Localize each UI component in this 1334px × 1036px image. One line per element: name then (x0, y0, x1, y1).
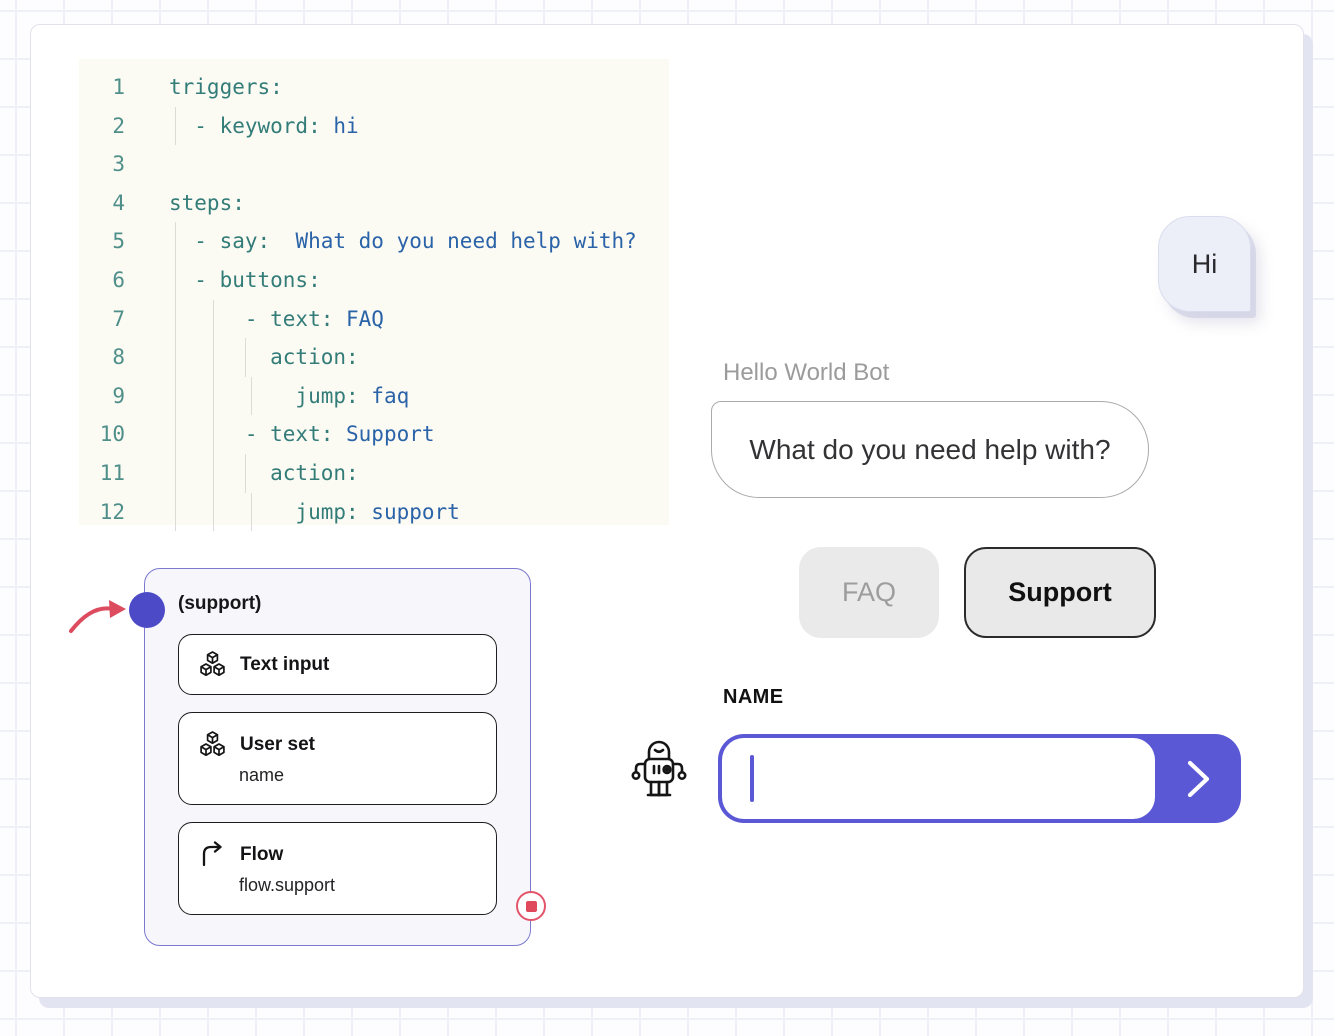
bot-name-label: Hello World Bot (723, 359, 890, 386)
flow-block-user-set[interactable]: User set name (178, 712, 497, 805)
connection-port[interactable] (129, 592, 165, 628)
line-number: 3 (112, 152, 125, 177)
flow-block-flow[interactable]: Flow flow.support (178, 822, 497, 915)
name-input-field[interactable] (722, 738, 1155, 819)
code-line: 12 jump: support (79, 492, 669, 532)
flow-blocks: Text input User set name Flow flow.support (178, 634, 497, 932)
indent-guide (175, 260, 177, 300)
input-field-label: NAME (723, 686, 784, 708)
indent-guide (251, 376, 253, 416)
chevron-right-icon (1187, 760, 1210, 797)
indent-guide (175, 338, 177, 377)
robot-icon (631, 740, 687, 797)
code-line: 7 - text: FAQ (79, 299, 669, 339)
line-number: 5 (112, 229, 125, 254)
block-title: Text input (240, 653, 330, 675)
code-line: 10 - text: Support (79, 415, 669, 454)
block-title: User set (240, 733, 315, 755)
indent-guide (175, 376, 177, 416)
line-number: 4 (112, 190, 125, 215)
code-line: 11 action: (79, 453, 669, 493)
name-input[interactable] (764, 738, 1147, 819)
line-number: 12 (99, 499, 125, 524)
quick-reply-support-button[interactable]: Support (964, 547, 1156, 638)
line-number: 7 (112, 306, 125, 331)
indent-guide (213, 453, 215, 493)
code-lines: 1 triggers: 2 - keyword: hi 3 4 steps: 5 - sa… (79, 68, 669, 532)
curved-arrow-icon (69, 600, 126, 633)
indent-guide (213, 492, 215, 532)
cubes-icon (199, 731, 226, 758)
line-number: 1 (112, 75, 125, 99)
code-line: 5 - say: What do you need help with? (79, 222, 669, 261)
indent-guide (175, 415, 177, 454)
indent-guide (213, 415, 215, 454)
block-subtitle: flow.support (239, 875, 336, 895)
line-number: 8 (112, 345, 125, 370)
send-button[interactable] (1155, 734, 1241, 823)
line-number: 11 (99, 460, 125, 485)
bot-message-bubble: What do you need help with? (711, 401, 1149, 498)
indent-guide (213, 299, 215, 339)
line-number: 6 (112, 267, 125, 292)
code-line: 3 (79, 145, 669, 184)
cubes-icon (199, 651, 226, 678)
indent-guide (244, 338, 246, 377)
code-line: 6 - buttons: (79, 260, 669, 300)
bot-message-text: What do you need help with? (749, 433, 1111, 465)
block-title: Flow (240, 843, 284, 865)
block-subtitle: name (239, 765, 285, 785)
main-canvas-card: 1 triggers: 2 - keyword: hi 3 4 steps: 5 - sa… (30, 24, 1304, 998)
indent-guide (175, 222, 177, 261)
line-number: 9 (112, 383, 125, 408)
indent-guide (213, 376, 215, 416)
code-line: 2 - keyword: hi (79, 106, 669, 146)
text-cursor (750, 755, 754, 802)
indent-guide (175, 492, 177, 532)
indent-guide (244, 453, 246, 493)
user-message-bubble: Hi (1158, 216, 1251, 312)
line-number: 2 (112, 113, 125, 138)
stop-badge[interactable] (516, 891, 546, 921)
user-message-text: Hi (1191, 248, 1218, 279)
code-line: 8 action: (79, 338, 669, 377)
indent-guide (175, 453, 177, 493)
code-line: 1 triggers: (79, 68, 669, 107)
line-number: 10 (99, 422, 125, 447)
indent-guide (251, 492, 253, 532)
yaml-code-editor[interactable]: 1 triggers: 2 - keyword: hi 3 4 steps: 5 - sa… (79, 59, 669, 532)
name-input-container (718, 734, 1241, 823)
flow-node-title: (support) (178, 593, 262, 614)
code-line: 9 jump: faq (79, 376, 669, 416)
flow-arrow-icon (199, 841, 226, 868)
code-line: 4 steps: (79, 184, 669, 223)
indent-guide (175, 106, 177, 146)
indent-guide (213, 338, 215, 377)
indent-guide (175, 299, 177, 339)
flow-block-text-input[interactable]: Text input (178, 634, 497, 695)
quick-reply-faq-button[interactable]: FAQ (799, 547, 939, 638)
flow-node-support[interactable]: (support) Text input User set name Flow fl… (69, 568, 546, 946)
